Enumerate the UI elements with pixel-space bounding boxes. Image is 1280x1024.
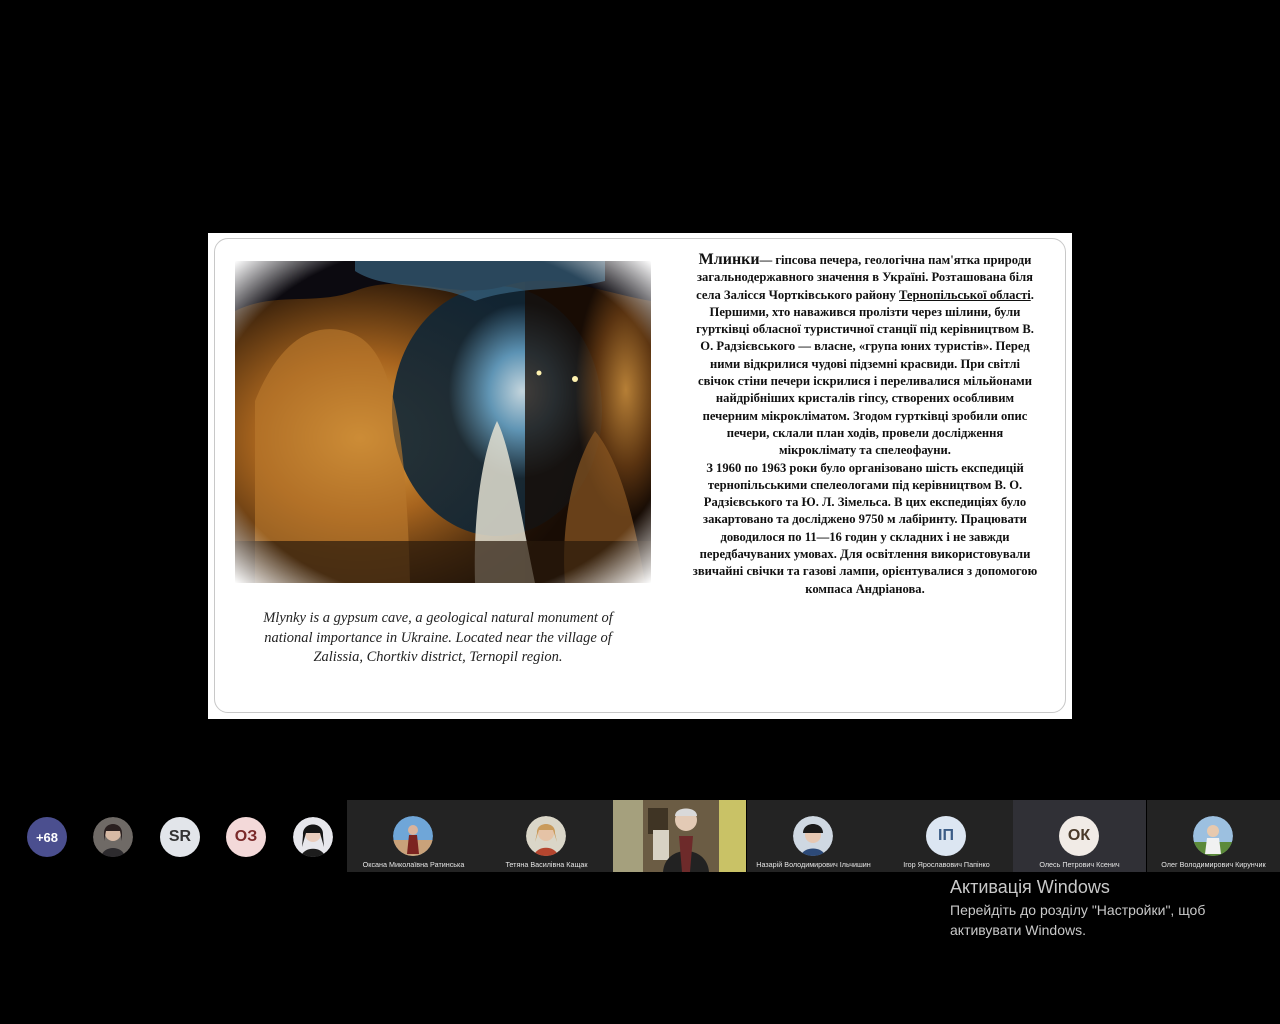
participant-name: Оксана Миколаївна Ратинська xyxy=(362,860,465,869)
ternopil-region-link[interactable]: Тернопільської області xyxy=(899,288,1031,302)
shared-slide: Mlynky is a gypsum cave, a geological na… xyxy=(208,233,1072,719)
more-participants-button[interactable]: +68 xyxy=(27,817,67,857)
participant-strip: +68 SR ОЗ Оксана Миколаївна Ратинська Те… xyxy=(0,800,1280,872)
participant-tile[interactable]: ІП Ігор Ярославович Папінко xyxy=(880,800,1013,872)
participant-tile[interactable]: Оксана Миколаївна Ратинська xyxy=(347,800,480,872)
cave-photo xyxy=(235,261,651,583)
participant-avatar xyxy=(526,816,566,856)
participant-avatar-initials: ІП xyxy=(926,816,966,856)
participant-avatar-initials[interactable]: SR xyxy=(160,817,200,857)
participant-tile[interactable]: Тетяна Василівна Кащак xyxy=(480,800,613,872)
watermark-title: Активація Windows xyxy=(950,877,1110,897)
watermark-line-2: активувати Windows. xyxy=(950,922,1086,938)
slide-caption-english: Mlynky is a gypsum cave, a geological na… xyxy=(263,610,613,666)
participant-name: Тетяна Василівна Кащак xyxy=(505,860,588,869)
participant-video-tile[interactable] xyxy=(613,800,746,872)
participant-avatar[interactable] xyxy=(93,817,133,857)
participant-avatar xyxy=(793,816,833,856)
ua-paragraph-1: Млинки— гіпсова печера, геологічна пам'я… xyxy=(692,251,1038,304)
participant-name: Ігор Ярославович Папінко xyxy=(903,860,990,869)
participant-name: Назарій Володимирович Ільчишин xyxy=(756,860,871,869)
participant-tile[interactable]: Олег Володимирович Кирунчик xyxy=(1147,800,1280,872)
participant-tile-speaking[interactable]: ОК Олесь Петрович Ксенич xyxy=(1013,800,1146,872)
participant-avatar-initials: ОК xyxy=(1059,816,1099,856)
participant-name: Олег Володимирович Кирунчик xyxy=(1161,860,1266,869)
meeting-stage: Mlynky is a gypsum cave, a geological na… xyxy=(0,0,1280,1024)
windows-activation-watermark: Активація Windows Перейдіть до розділу "… xyxy=(950,876,1270,940)
participant-name: Олесь Петрович Ксенич xyxy=(1039,860,1120,869)
slide-text-ukrainian: Млинки— гіпсова печера, геологічна пам'я… xyxy=(692,251,1038,598)
participant-avatar xyxy=(393,816,433,856)
participant-avatar xyxy=(1193,816,1233,856)
participant-avatar-initials[interactable]: ОЗ xyxy=(226,817,266,857)
ua-title: Млинки xyxy=(698,251,760,268)
ua-intro-end: . xyxy=(1030,287,1034,302)
ua-paragraph-3: З 1960 по 1963 роки було організовано ші… xyxy=(692,460,1038,596)
watermark-line-1: Перейдіть до розділу "Настройки", щоб xyxy=(950,902,1206,918)
participant-avatar[interactable] xyxy=(293,817,333,857)
participant-tile[interactable]: Назарій Володимирович Ільчишин xyxy=(747,800,880,872)
ua-paragraph-2: Першими, хто наважився пролізти через ші… xyxy=(696,304,1034,458)
